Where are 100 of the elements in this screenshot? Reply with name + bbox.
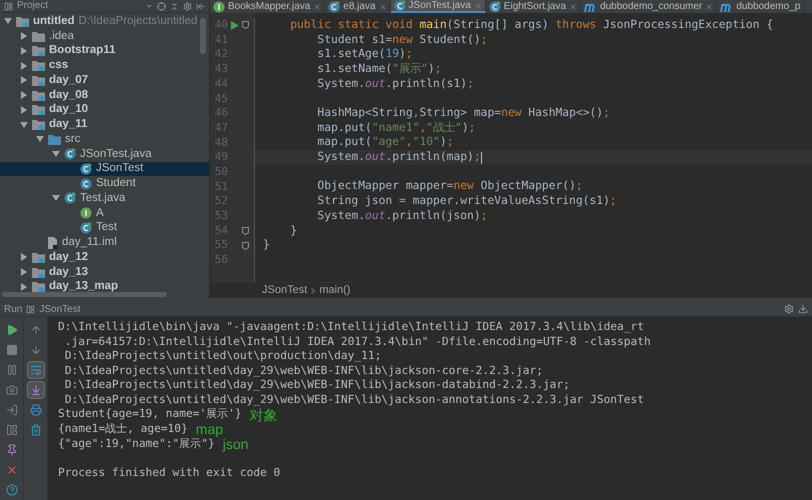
expanded-arrow-icon[interactable] [52,194,60,202]
class-icon [80,178,92,190]
tree-label: day_07 [49,72,88,88]
folder-icon [32,30,45,42]
tree-item[interactable]: .idea [0,28,209,44]
tree-item[interactable]: Bootstrap11 [0,44,209,58]
tree-item[interactable]: day_10 [0,102,209,118]
collapsed-arrow-icon[interactable] [20,76,28,84]
console-line: Student{age=19, name='展示'} [58,406,242,422]
tree-label: day_10 [49,102,88,118]
close-icon[interactable] [569,2,578,10]
tree-item[interactable]: day_11.iml [0,235,209,250]
tree-item[interactable]: day_08 [0,88,209,102]
run-tab[interactable]: JSonTest [39,302,80,316]
module-folder-icon [32,74,45,86]
collapse-icon[interactable] [170,2,179,10]
settings-icon[interactable] [183,2,192,10]
panel-title: Project [17,1,48,11]
tree-item[interactable]: JSonTest.java [0,146,209,162]
console-line: D:\IdeaProjects\untitled\day_29\web\WEB-INF\lib\jackson-databind-2.2.3.jar; [64,377,570,394]
download-icon[interactable] [798,304,808,314]
console-line: D:\IdeaProjects\untitled\day_29\web\WEB-INF\lib\jackson-core-2.2.3.jar; [64,362,543,379]
module-folder-icon [32,281,45,292]
interface-icon [80,207,92,220]
code-line: s1.setName("展示"); [316,60,442,77]
tree-label: Student [96,176,136,191]
expanded-arrow-icon[interactable] [36,135,44,144]
code-line: } [263,237,270,254]
code-line: System.out.println(s1); [316,76,474,92]
code-line: } [289,222,298,238]
panel-title: Run [4,302,22,316]
expanded-arrow-icon[interactable] [4,17,12,26]
tree-item[interactable]: JSonTest [0,162,209,176]
fold-icon[interactable] [242,21,249,30]
tab-label: dubbodemo_p [736,2,800,12]
code-line: System.out.println(json); [316,208,488,224]
expanded-arrow-icon[interactable] [52,150,60,158]
tree-item[interactable]: css [0,58,209,73]
tree-label: Bootstrap11 [49,43,116,58]
tree-label: day_11.iml [62,235,117,250]
maven-icon [584,1,598,12]
collapsed-arrow-icon[interactable] [20,282,28,291]
tab-label: JSonTest.java [408,0,471,10]
run-icon[interactable] [231,20,239,30]
scrollbar[interactable] [2,292,167,297]
class-icon [488,0,501,12]
collapsed-arrow-icon[interactable] [20,253,28,262]
wrap-icon[interactable] [26,361,44,379]
editor-tab[interactable]: JSonTest.java [390,0,486,13]
breadcrumb-item[interactable]: JSonTest [262,282,308,299]
console-line: Process finished with exit code 0 [58,464,280,481]
code-line: HashMap<String,String> map=new HashMap<>(); [316,105,610,121]
scrollbar[interactable] [200,18,206,54]
tree-item[interactable]: src [0,132,209,147]
locate-icon[interactable] [157,2,166,10]
code-line: s1.setAge(19); [316,46,413,62]
expanded-arrow-icon[interactable] [20,120,28,129]
console-line: D:\IdeaProjects\untitled\out\production\day_11; [64,348,382,364]
collapsed-arrow-icon[interactable] [20,46,28,55]
dropdown-icon[interactable] [145,2,153,10]
breadcrumb-item[interactable]: main() [319,282,350,299]
code-line: map.put("name1","战士"); [316,120,476,136]
file-icon [48,236,58,249]
tree-label: JSonTest.java [80,146,152,162]
tree-path: D:\IdeaProjects\untitled [78,14,198,29]
console-line: D:\Intellijidle\bin\java "-javaagent:D:\Intellijidle\IntelliJ IDEA 2017.3.4\lib\idea_rt [58,318,644,335]
close-icon[interactable] [378,2,387,10]
settings-icon[interactable] [784,304,794,314]
tree-item[interactable]: day_07 [0,73,209,88]
tree-item[interactable]: Test [0,220,209,236]
annotation: json [222,437,248,452]
class-icon [80,222,92,234]
collapsed-arrow-icon[interactable] [20,268,28,276]
tree-label: .idea [49,28,74,44]
tree-item[interactable]: day_13 [0,264,209,280]
tree-item[interactable]: untitled D:\IdeaProjects\untitled [0,14,209,29]
hide-icon[interactable] [196,2,205,10]
class-icon [64,148,76,160]
tree-item[interactable]: day_12 [0,250,209,265]
close-icon[interactable] [313,2,322,10]
collapsed-arrow-icon[interactable] [20,32,28,40]
tree-item[interactable]: Test.java [0,191,209,206]
tree-label: day_08 [49,88,88,102]
tab-label: e8.java [343,2,376,12]
project-icon [4,2,13,10]
tree-label: css [49,58,68,73]
scroll-to-end-icon[interactable] [26,381,44,399]
tree-item[interactable]: day_13_map [0,280,209,294]
tree-label: untitled [33,14,75,29]
tree-item[interactable]: A [0,206,209,220]
code-line: ObjectMapper mapper=new ObjectMapper(); [316,178,583,194]
close-icon[interactable] [705,2,714,10]
annotation: 对象 [250,408,278,422]
collapsed-arrow-icon[interactable] [20,91,28,100]
tree-item[interactable]: day_11 [0,117,209,132]
class-icon [328,0,340,12]
console-line: .jar=64157:D:\Intellijidle\IntelliJ IDEA 2017.3.4\bin" -Dfile.encoding=UTF-8 -classpath [64,334,651,350]
collapsed-arrow-icon[interactable] [20,62,28,70]
tree-item[interactable]: Student [0,176,209,191]
collapsed-arrow-icon[interactable] [20,106,28,114]
